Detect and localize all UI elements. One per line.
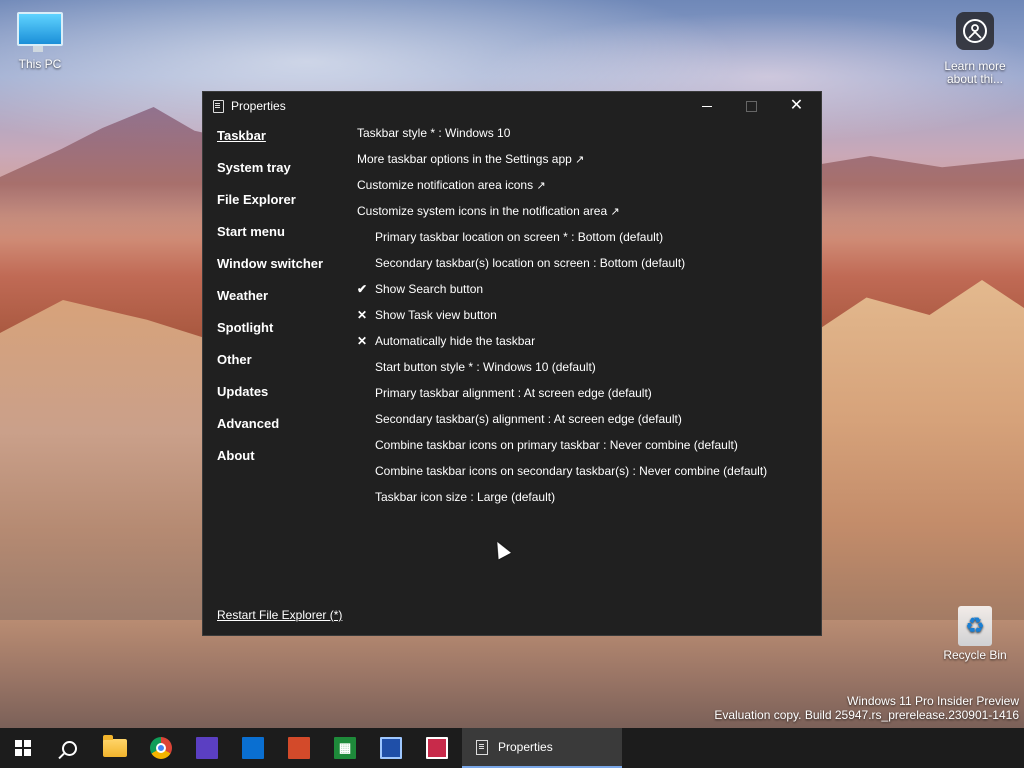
app-navy-icon bbox=[380, 737, 402, 759]
setting-settings-app-link[interactable]: More taskbar options in the Settings app… bbox=[357, 152, 817, 178]
windows-logo-icon bbox=[15, 740, 31, 756]
setting-show-search[interactable]: ✔ Show Search button bbox=[357, 282, 817, 308]
taskbar: ▦ Properties bbox=[0, 728, 1024, 768]
taskbar-app-navy[interactable] bbox=[368, 728, 414, 768]
search-button[interactable] bbox=[46, 728, 92, 768]
checkmark-icon: ✔ bbox=[357, 282, 368, 296]
setting-taskbar-style[interactable]: Taskbar style * : Windows 10 bbox=[357, 126, 817, 152]
settings-list: Taskbar style * : Windows 10 More taskba… bbox=[357, 126, 817, 516]
setting-primary-location[interactable]: Primary taskbar location on screen * : B… bbox=[357, 230, 817, 256]
cross-icon: ✕ bbox=[357, 308, 368, 322]
properties-window: Properties ✕ Taskbar System tray File Ex… bbox=[202, 91, 822, 636]
sidebar-item-updates[interactable]: Updates bbox=[217, 384, 347, 416]
active-task-label: Properties bbox=[498, 740, 553, 754]
external-link-icon: ↗ bbox=[575, 154, 585, 166]
app-magenta-icon bbox=[426, 737, 448, 759]
restart-explorer-link[interactable]: Restart File Explorer (*) bbox=[217, 608, 342, 622]
taskbar-calculator[interactable]: ▦ bbox=[322, 728, 368, 768]
chrome-icon bbox=[150, 737, 172, 759]
minimize-icon bbox=[701, 105, 712, 107]
maximize-button[interactable] bbox=[729, 92, 774, 120]
start-button[interactable] bbox=[0, 728, 46, 768]
taskbar-app-purple[interactable] bbox=[184, 728, 230, 768]
calculator-icon: ▦ bbox=[334, 737, 356, 759]
app-purple-icon bbox=[196, 737, 218, 759]
taskbar-app-magenta[interactable] bbox=[414, 728, 460, 768]
sidebar-item-advanced[interactable]: Advanced bbox=[217, 416, 347, 448]
taskbar-app-red[interactable] bbox=[276, 728, 322, 768]
desktop-icon-label: This PC bbox=[18, 57, 62, 71]
setting-notification-icons-link[interactable]: Customize notification area icons ↗ bbox=[357, 178, 817, 204]
external-link-icon: ↗ bbox=[610, 206, 620, 218]
desktop-icon-learn-more[interactable]: Learn more about thi... bbox=[940, 12, 1010, 86]
taskbar-file-explorer[interactable] bbox=[92, 728, 138, 768]
sidebar-item-file-explorer[interactable]: File Explorer bbox=[217, 192, 347, 224]
sidebar-item-weather[interactable]: Weather bbox=[217, 288, 347, 320]
document-icon bbox=[213, 99, 224, 113]
spotlight-camera-icon bbox=[956, 12, 994, 50]
app-red-icon bbox=[288, 737, 310, 759]
setting-system-icons-link[interactable]: Customize system icons in the notificati… bbox=[357, 204, 817, 230]
desktop-icon-label-line2: about thi... bbox=[946, 72, 1004, 86]
sidebar-item-start-menu[interactable]: Start menu bbox=[217, 224, 347, 256]
title-bar[interactable]: Properties ✕ bbox=[203, 92, 821, 120]
app-blue-icon bbox=[242, 737, 264, 759]
setting-secondary-location[interactable]: Secondary taskbar(s) location on screen … bbox=[357, 256, 817, 282]
setting-secondary-alignment[interactable]: Secondary taskbar(s) alignment : At scre… bbox=[357, 412, 817, 438]
setting-auto-hide[interactable]: ✕ Automatically hide the taskbar bbox=[357, 334, 817, 360]
setting-combine-secondary[interactable]: Combine taskbar icons on secondary taskb… bbox=[357, 464, 817, 490]
search-icon bbox=[61, 740, 77, 756]
sidebar-item-spotlight[interactable]: Spotlight bbox=[217, 320, 347, 352]
windows-watermark: Windows 11 Pro Insider Preview Evaluatio… bbox=[714, 694, 1019, 722]
setting-show-task-view[interactable]: ✕ Show Task view button bbox=[357, 308, 817, 334]
sidebar-item-window-switcher[interactable]: Window switcher bbox=[217, 256, 347, 288]
sidebar-item-taskbar[interactable]: Taskbar bbox=[217, 128, 347, 160]
setting-start-button-style[interactable]: Start button style * : Windows 10 (defau… bbox=[357, 360, 817, 386]
recycle-bin-icon: ♻ bbox=[958, 606, 992, 646]
setting-combine-primary[interactable]: Combine taskbar icons on primary taskbar… bbox=[357, 438, 817, 464]
close-button[interactable]: ✕ bbox=[774, 92, 819, 120]
watermark-line1: Windows 11 Pro Insider Preview bbox=[847, 694, 1019, 708]
document-icon bbox=[476, 739, 488, 755]
desktop-icon-label: Recycle Bin bbox=[943, 648, 1007, 662]
maximize-icon bbox=[746, 100, 757, 112]
folder-icon bbox=[103, 735, 127, 757]
desktop-icon-recycle-bin[interactable]: ♻ Recycle Bin bbox=[940, 606, 1010, 662]
setting-primary-alignment[interactable]: Primary taskbar alignment : At screen ed… bbox=[357, 386, 817, 412]
minimize-button[interactable] bbox=[684, 92, 729, 120]
sidebar-item-about[interactable]: About bbox=[217, 448, 347, 480]
close-icon: ✕ bbox=[789, 97, 804, 114]
sidebar-item-system-tray[interactable]: System tray bbox=[217, 160, 347, 192]
sidebar-nav: Taskbar System tray File Explorer Start … bbox=[217, 128, 347, 480]
sidebar-item-other[interactable]: Other bbox=[217, 352, 347, 384]
window-title: Properties bbox=[231, 99, 286, 113]
taskbar-active-properties[interactable]: Properties bbox=[462, 728, 622, 768]
wallpaper-rocks-right bbox=[814, 280, 1024, 630]
watermark-line2: Evaluation copy. Build 25947.rs_prerelea… bbox=[714, 708, 1019, 722]
monitor-icon bbox=[17, 12, 63, 52]
desktop-icon-this-pc[interactable]: This PC bbox=[12, 12, 68, 71]
external-link-icon: ↗ bbox=[536, 180, 546, 192]
taskbar-chrome[interactable] bbox=[138, 728, 184, 768]
setting-icon-size[interactable]: Taskbar icon size : Large (default) bbox=[357, 490, 817, 516]
cross-icon: ✕ bbox=[357, 334, 368, 348]
taskbar-app-blue[interactable] bbox=[230, 728, 276, 768]
wallpaper-rocks-left bbox=[0, 300, 210, 630]
